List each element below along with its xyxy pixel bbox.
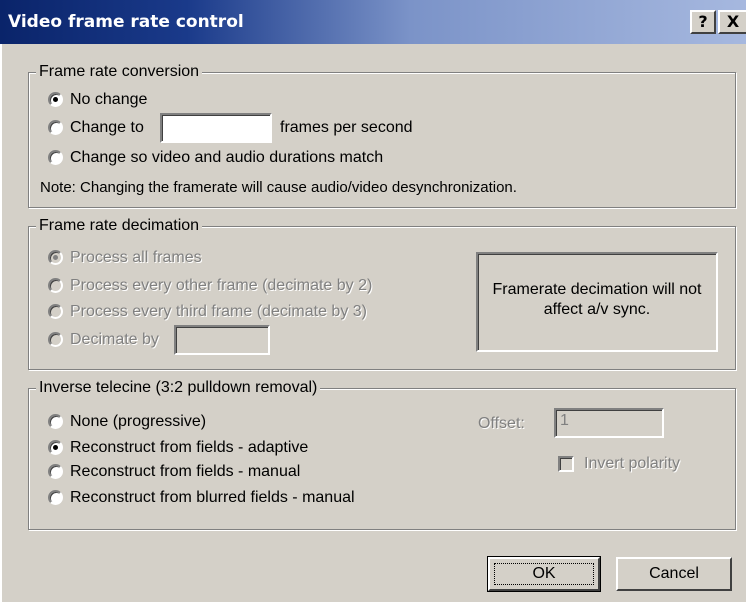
radio-label: Process every third frame (decimate by 3… xyxy=(70,303,367,320)
window-title: Video frame rate control xyxy=(8,12,244,32)
radio-button[interactable] xyxy=(48,250,63,265)
radio-label: Reconstruct from fields - manual xyxy=(70,463,301,480)
cancel-button[interactable]: Cancel xyxy=(616,557,732,591)
title-bar[interactable]: Video frame rate control ? X xyxy=(0,0,746,44)
radio-label: No change xyxy=(70,91,148,108)
offset-label: Offset: xyxy=(478,415,525,432)
decimate-by-input[interactable] xyxy=(174,325,270,355)
focus-rect xyxy=(494,563,594,585)
radio-button[interactable] xyxy=(48,440,63,455)
ok-button[interactable]: OK xyxy=(487,556,601,592)
radio-dot xyxy=(53,255,58,260)
offset-input[interactable]: 1 xyxy=(554,408,664,438)
decimation-info-line1: Framerate decimation will not xyxy=(492,281,702,298)
radio-button[interactable] xyxy=(48,278,63,293)
radio-button[interactable] xyxy=(48,120,63,135)
radio-label: Decimate by xyxy=(70,331,159,348)
dialog-window: Video frame rate control ? X Frame rate … xyxy=(0,0,746,602)
radio-label: Reconstruct from blurred fields - manual xyxy=(70,489,355,506)
radio-button[interactable] xyxy=(48,490,63,505)
radio-button[interactable] xyxy=(48,304,63,319)
fps-suffix-label: frames per second xyxy=(280,119,413,136)
decimation-info-line2: affect a/v sync. xyxy=(543,301,651,318)
radio-button[interactable] xyxy=(48,464,63,479)
radio-label: Change to xyxy=(70,119,144,136)
radio-button[interactable] xyxy=(48,92,63,107)
invert-polarity-label: Invert polarity xyxy=(584,455,681,472)
radio-label: Change so video and audio durations matc… xyxy=(70,149,384,166)
frame-rate-decimation-label: Frame rate decimation xyxy=(36,217,203,235)
cancel-button-label: Cancel xyxy=(649,565,699,582)
help-button[interactable]: ? xyxy=(690,10,716,34)
invert-polarity-checkbox[interactable] xyxy=(558,456,574,472)
radio-label: None (progressive) xyxy=(70,413,207,430)
radio-button[interactable] xyxy=(48,414,63,429)
radio-button[interactable] xyxy=(48,150,63,165)
radio-dot xyxy=(53,97,58,102)
decimation-info-box: Framerate decimation will not affect a/v… xyxy=(476,252,718,352)
inverse-telecine-label: Inverse telecine (3:2 pulldown removal) xyxy=(36,379,321,397)
frame-rate-conversion-label: Frame rate conversion xyxy=(36,63,203,81)
fps-input[interactable] xyxy=(160,113,272,143)
radio-dot xyxy=(53,445,58,450)
radio-label: Process all frames xyxy=(70,249,202,266)
close-button[interactable]: X xyxy=(718,10,746,34)
radio-button[interactable] xyxy=(48,332,63,347)
radio-label: Process every other frame (decimate by 2… xyxy=(70,277,373,294)
window-edge xyxy=(0,44,2,602)
desync-note: Note: Changing the framerate will cause … xyxy=(40,179,517,196)
radio-label: Reconstruct from fields - adaptive xyxy=(70,439,309,456)
